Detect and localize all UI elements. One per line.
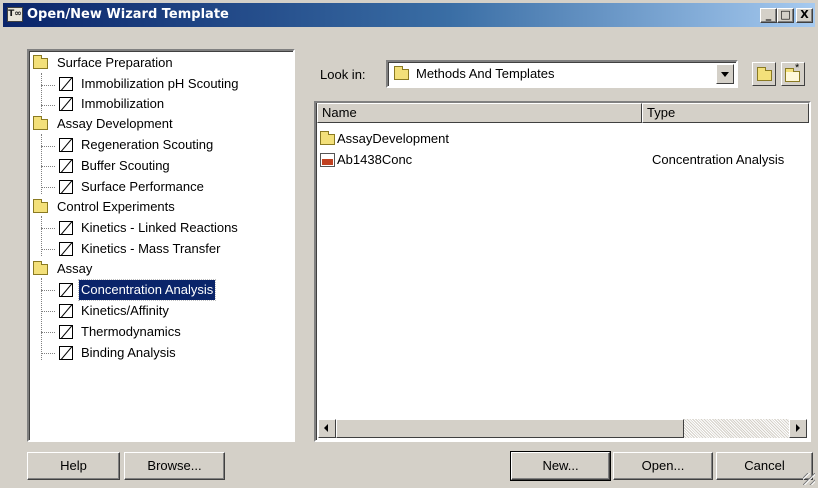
cancel-button[interactable]: Cancel	[716, 452, 813, 480]
minimize-icon: _	[765, 8, 772, 21]
tree-group-label: Surface Preparation	[57, 55, 173, 70]
tree-item-label: Kinetics - Linked Reactions	[81, 220, 238, 235]
dialog-window: T∞ Open/New Wizard Template _ □ X Surfac…	[0, 0, 818, 488]
sparkle-icon: *	[795, 62, 800, 74]
maximize-icon: □	[780, 8, 791, 21]
template-icon	[59, 180, 73, 194]
lookin-label: Look in:	[320, 67, 366, 82]
title-bar[interactable]: T∞ Open/New Wizard Template _ □ X	[3, 3, 815, 27]
tree-connector	[41, 105, 55, 106]
folder-up-icon	[757, 67, 772, 81]
chevron-down-icon	[721, 72, 729, 77]
folder-icon	[320, 131, 335, 145]
window-title: Open/New Wizard Template	[27, 7, 229, 22]
template-icon	[59, 346, 73, 360]
folder-icon	[394, 66, 409, 80]
file-type: Concentration Analysis	[652, 152, 785, 167]
tree-connector	[41, 146, 55, 147]
scroll-thumb[interactable]	[336, 419, 684, 438]
tree-item-label: Kinetics/Affinity	[81, 303, 169, 318]
tree-group-label: Control Experiments	[57, 199, 175, 214]
tree-item-label: Immobilization pH Scouting	[81, 76, 239, 91]
file-name: AssayDevelopment	[337, 131, 449, 146]
tree-connector	[41, 353, 55, 354]
minimize-button[interactable]: _	[760, 8, 777, 23]
tree-item-label: Regeneration Scouting	[81, 137, 214, 152]
maximize-button[interactable]: □	[777, 8, 794, 23]
folder-icon	[33, 116, 48, 130]
tree-connector	[41, 85, 55, 86]
scroll-right-button[interactable]	[789, 419, 807, 438]
template-icon	[59, 242, 73, 256]
column-header-type[interactable]: Type	[642, 103, 809, 123]
dropdown-arrow-button[interactable]	[716, 64, 734, 84]
up-one-level-button[interactable]	[752, 62, 776, 86]
tree-item-label-selected: Concentration Analysis	[77, 279, 217, 301]
tree-connector	[41, 73, 42, 113]
list-item[interactable]: Ab1438Conc Concentration Analysis	[320, 151, 800, 169]
browse-button[interactable]: Browse...	[124, 452, 225, 480]
tree-item-label: Binding Analysis	[81, 345, 176, 360]
tree-connector	[41, 187, 55, 188]
method-file-icon	[320, 153, 335, 167]
close-icon: X	[800, 8, 809, 21]
arrow-right-icon	[796, 424, 800, 432]
arrow-left-icon	[324, 424, 328, 432]
template-tree[interactable]: Surface Preparation Immobilization pH Sc…	[27, 49, 295, 442]
tree-connector	[41, 332, 55, 333]
tree-item-label: Surface Performance	[81, 179, 204, 194]
create-new-folder-button[interactable]: *	[781, 62, 805, 86]
tree-connector	[41, 290, 55, 291]
file-name: Ab1438Conc	[337, 152, 413, 167]
list-item[interactable]: AssayDevelopment	[320, 130, 800, 148]
tree-connector	[41, 166, 55, 167]
lookin-value: Methods And Templates	[416, 66, 555, 81]
tree-connector	[41, 228, 55, 229]
tree-group-label: Assay	[57, 261, 93, 276]
template-icon	[59, 304, 73, 318]
template-icon	[59, 283, 73, 297]
app-icon: T∞	[7, 7, 23, 22]
new-button[interactable]: New...	[510, 451, 611, 481]
help-button[interactable]: Help	[27, 452, 120, 480]
template-icon	[59, 77, 73, 91]
scroll-left-button[interactable]	[318, 419, 336, 438]
horizontal-scrollbar[interactable]	[318, 419, 807, 438]
open-button[interactable]: Open...	[613, 452, 713, 480]
template-icon	[59, 221, 73, 235]
tree-item-label: Thermodynamics	[81, 324, 181, 339]
tree-item-label: Kinetics - Mass Transfer	[81, 241, 221, 256]
close-button[interactable]: X	[796, 8, 813, 23]
template-icon	[59, 325, 73, 339]
template-icon	[59, 97, 73, 111]
file-list[interactable]: Name Type AssayDevelopment Ab1438Conc Co…	[314, 101, 811, 442]
scroll-track[interactable]	[684, 419, 789, 438]
tree-item-label: Buffer Scouting	[81, 158, 170, 173]
lookin-dropdown[interactable]: Methods And Templates	[386, 60, 738, 88]
folder-icon	[33, 199, 48, 213]
tree-connector	[41, 134, 42, 194]
template-icon	[59, 138, 73, 152]
folder-icon	[33, 261, 48, 275]
column-header-name[interactable]: Name	[317, 103, 642, 123]
tree-connector	[41, 216, 42, 256]
tree-connector	[41, 249, 55, 250]
resize-grip-icon[interactable]	[803, 473, 815, 485]
folder-icon	[33, 55, 48, 69]
tree-group-label: Assay Development	[57, 116, 173, 131]
template-icon	[59, 159, 73, 173]
tree-item-label: Immobilization	[81, 96, 165, 111]
tree-connector	[41, 311, 55, 312]
